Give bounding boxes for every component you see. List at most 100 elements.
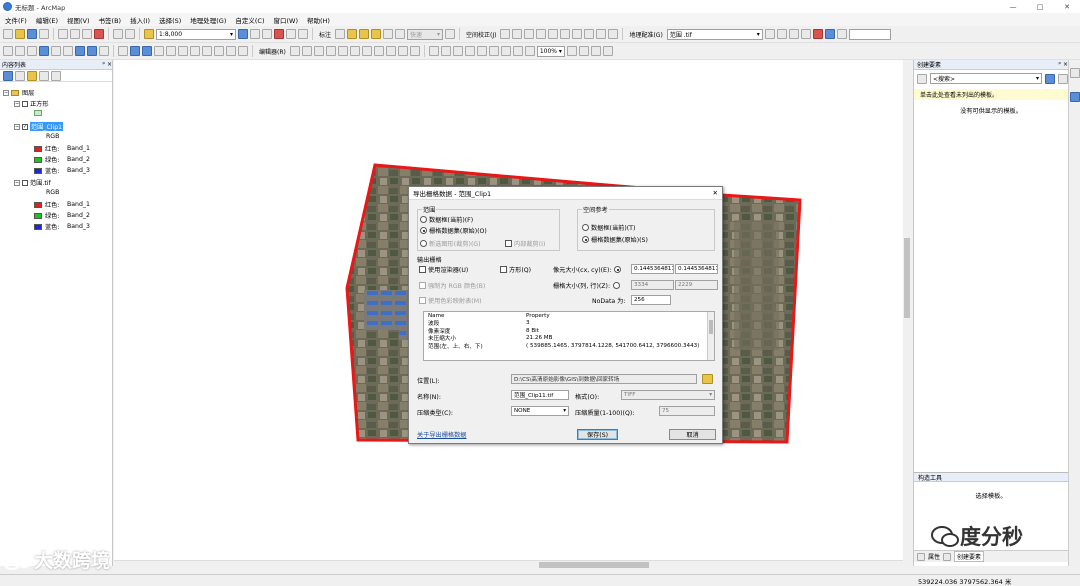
editor-toolbar-icon[interactable] [238, 29, 248, 39]
edit-annotation-icon[interactable] [301, 46, 312, 56]
extent-data-frame-radio[interactable]: 数据框(当前)(F) [420, 215, 473, 224]
layer-visibility-checkbox[interactable] [22, 100, 28, 107]
layout-zoom-out-icon[interactable] [440, 46, 451, 56]
straight-segment-icon[interactable] [313, 46, 324, 56]
create-features-icon[interactable] [409, 46, 420, 56]
extent-raster-dataset-radio[interactable]: 栅格数据集(原始)(O) [420, 226, 487, 235]
dialog-close-button[interactable]: ✕ [713, 189, 718, 197]
data-driven-pages-icon[interactable] [602, 46, 613, 56]
attributes-tab[interactable]: 属性 [928, 552, 940, 561]
new-icon[interactable] [3, 29, 13, 39]
toc-options-icon[interactable] [51, 70, 61, 81]
format-select[interactable]: TIFF ▾ [621, 390, 715, 400]
layout-pan-icon[interactable] [452, 46, 463, 56]
location-input[interactable]: D:\CS\高清原始影像\GIS\到数据\回家转场 [511, 374, 697, 384]
zoom-100-icon[interactable] [476, 46, 487, 56]
map-scale-combo[interactable]: 1:8,000 ▾ [156, 28, 236, 40]
raster-size-radio[interactable] [613, 282, 621, 289]
label-weight-icon[interactable] [371, 29, 382, 39]
sr-raster-dataset-radio[interactable]: 栅格数据集(原始)(S) [582, 235, 648, 244]
menu-bookmarks[interactable]: 书签(B) [99, 15, 122, 25]
python-icon[interactable] [286, 29, 296, 39]
select-elements-icon[interactable] [500, 29, 511, 39]
name-input[interactable]: 范围_Clip11.tif [511, 390, 569, 400]
help-link[interactable]: 关于导出栅格数据 [417, 430, 467, 439]
new-area-icon[interactable] [608, 29, 619, 39]
lock-labels-icon[interactable] [383, 29, 394, 39]
list-by-drawing-order-icon[interactable] [3, 70, 13, 81]
rotate-edit-icon[interactable] [373, 46, 384, 56]
hyperlink-icon[interactable] [202, 46, 212, 56]
sr-data-frame-radio[interactable]: 数据框(当前)(T) [582, 223, 635, 232]
delete-link-icon[interactable] [812, 29, 823, 39]
layer-visibility-checkbox[interactable] [22, 179, 28, 186]
toc-layer-range-tif[interactable]: − 范围.tif [14, 178, 51, 187]
scale-icon[interactable] [788, 29, 799, 39]
list-by-source-icon[interactable] [15, 70, 25, 81]
cell-size-y-input[interactable]: 0.1445364811 [675, 264, 718, 274]
template-search-input[interactable]: <搜索> ▾ [930, 73, 1042, 84]
label-tool-icon[interactable] [335, 29, 346, 39]
pan-icon[interactable] [27, 46, 37, 56]
toc-pin-close[interactable]: ᵖ × [102, 61, 112, 68]
time-slider-icon[interactable] [226, 46, 236, 56]
forward-icon[interactable] [87, 46, 97, 56]
unlisted-templates-hint[interactable]: 单击此处查看未列出的模板。 [914, 89, 1068, 100]
panel-pin-close[interactable]: ᵖ × [1058, 61, 1068, 68]
toc-root-layers[interactable]: − 图层 [3, 88, 34, 97]
full-extent-icon[interactable] [39, 46, 49, 56]
layout-zoom-in-icon[interactable] [428, 46, 439, 56]
new-displacement-icon[interactable] [584, 29, 595, 39]
list-by-selection-icon[interactable] [39, 70, 49, 81]
menu-help[interactable]: 帮助(H) [307, 15, 330, 25]
fixed-zoom-out-icon[interactable] [63, 46, 73, 56]
view-link-table-icon[interactable] [560, 29, 571, 39]
change-layout-icon[interactable] [590, 46, 601, 56]
minimize-button[interactable]: — [1000, 0, 1026, 13]
trace-icon[interactable] [337, 46, 348, 56]
browse-folder-icon[interactable] [702, 374, 713, 384]
list-by-visibility-icon[interactable] [27, 70, 37, 81]
menu-windows[interactable]: 窗口(W) [274, 15, 299, 25]
editor-menu[interactable]: 编辑器(R) [259, 47, 286, 56]
polygon-symbol-swatch[interactable] [34, 110, 42, 116]
info-icon[interactable] [142, 46, 152, 56]
collapse-icon[interactable]: − [14, 179, 20, 186]
layout-fixed-zoom-in-icon[interactable] [488, 46, 499, 56]
end-point-arc-icon[interactable] [325, 46, 336, 56]
save-button[interactable]: 保存(S) [577, 429, 618, 440]
find-route-icon[interactable] [166, 46, 176, 56]
attribute-transfer-icon[interactable] [572, 29, 583, 39]
properties-scroll-thumb[interactable] [709, 320, 713, 334]
layout-back-icon[interactable] [512, 46, 523, 56]
limited-adjust-icon[interactable] [548, 29, 559, 39]
menu-selection[interactable]: 选择(S) [159, 15, 181, 25]
map-vertical-scrollbar[interactable] [903, 60, 912, 560]
split-icon[interactable] [361, 46, 372, 56]
create-features-tab[interactable]: 创建要素 [954, 551, 985, 562]
properties-scrollbar[interactable] [707, 312, 714, 360]
shift-icon[interactable] [776, 29, 787, 39]
cell-size-radio[interactable] [614, 266, 622, 273]
go-to-xy-icon[interactable] [178, 46, 188, 56]
catalog-icon[interactable] [262, 29, 272, 39]
delete-icon[interactable] [94, 29, 104, 39]
select-by-rectangle-icon[interactable] [99, 46, 109, 56]
georef-layer-combo[interactable]: 范围 .tif ▾ [666, 28, 763, 40]
identify-icon[interactable] [130, 46, 140, 56]
search-icon[interactable] [1045, 73, 1055, 84]
measure-icon[interactable] [190, 46, 200, 56]
toolbar-extra-input[interactable] [848, 28, 891, 40]
compression-select[interactable]: NONE ▾ [511, 406, 569, 416]
attributes-icon[interactable] [385, 46, 396, 56]
toc-layer-clip1[interactable]: − ✓ 范围_Clip1 [14, 122, 64, 131]
menu-insert[interactable]: 插入(I) [130, 15, 150, 25]
menu-file[interactable]: 文件(F) [5, 15, 27, 25]
find-icon[interactable] [154, 46, 164, 56]
copy-icon[interactable] [70, 29, 80, 39]
menu-geoprocessing[interactable]: 地理处理(G) [190, 15, 226, 25]
undo-icon[interactable] [113, 29, 123, 39]
catalog-dock-icon[interactable] [1070, 68, 1080, 78]
layout-fixed-zoom-out-icon[interactable] [500, 46, 511, 56]
save-icon[interactable] [27, 29, 37, 39]
